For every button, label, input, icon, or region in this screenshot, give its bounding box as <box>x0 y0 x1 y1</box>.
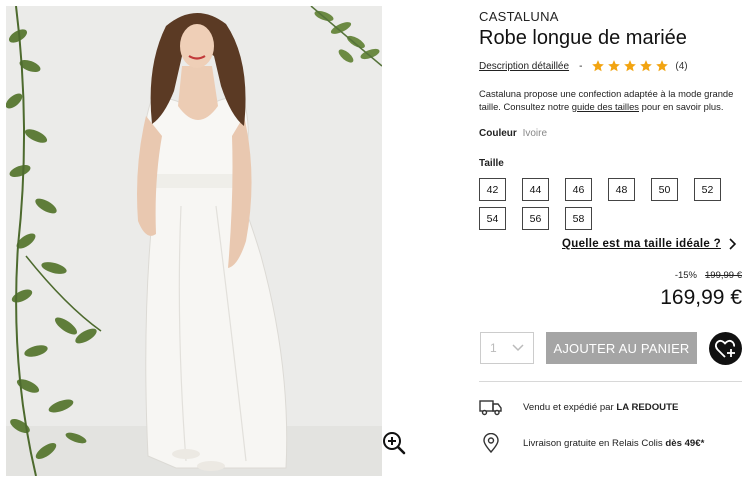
product-image[interactable] <box>6 6 382 476</box>
truck-icon <box>479 400 502 416</box>
size-label: Taille <box>479 158 504 169</box>
review-count[interactable]: (4) <box>675 61 687 72</box>
color-label: Couleur <box>479 128 517 139</box>
chevron-right-icon <box>729 238 737 250</box>
delivery-info: Livraison gratuite en Relais Colis dès 4… <box>479 433 704 453</box>
wishlist-button[interactable] <box>709 332 742 365</box>
zoom-in-icon[interactable] <box>381 430 407 456</box>
size-option-52[interactable]: 52 <box>694 178 721 201</box>
seller-info: Vendu et expédié par LA REDOUTE <box>479 397 678 417</box>
location-pin-icon <box>483 433 499 453</box>
size-option-46[interactable]: 46 <box>565 178 592 201</box>
blurb-text-end: pour en savoir plus. <box>639 100 724 112</box>
seller-name: LA REDOUTE <box>616 401 679 413</box>
color-row: Couleur Ivoire <box>479 128 547 139</box>
product-photo-illustration <box>6 6 382 476</box>
quantity-select[interactable]: 1 <box>480 332 534 364</box>
chevron-down-icon <box>512 344 524 352</box>
divider <box>479 381 742 382</box>
old-price: 199,99 € <box>705 270 742 281</box>
rating-stars[interactable] <box>591 59 669 73</box>
rating-row: Description détaillée - (4) <box>479 59 688 73</box>
add-to-cart-button[interactable]: AJOUTER AU PANIER <box>546 332 697 364</box>
size-option-50[interactable]: 50 <box>651 178 678 201</box>
discount-badge: -15% <box>674 270 698 281</box>
delivery-prefix: Livraison gratuite en Relais Colis <box>523 437 666 449</box>
size-option-56[interactable]: 56 <box>522 207 549 230</box>
product-title: Robe longue de mariée <box>479 27 687 49</box>
star-icon <box>656 60 669 72</box>
star-icon <box>592 60 605 72</box>
size-guide-label: Quelle est ma taille idéale ? <box>562 238 721 250</box>
current-price: 169,99 € <box>660 286 742 309</box>
color-value: Ivoire <box>522 128 548 139</box>
heart-plus-icon <box>715 339 736 358</box>
quantity-value: 1 <box>490 341 497 355</box>
description-link[interactable]: Description détaillée <box>479 61 569 72</box>
product-blurb: Castaluna propose une confection adaptée… <box>479 88 741 113</box>
brand-name[interactable]: CASTALUNA <box>479 9 559 24</box>
size-guide-inline-link[interactable]: guide des tailles <box>572 101 639 112</box>
size-option-48[interactable]: 48 <box>608 178 635 201</box>
star-icon <box>608 60 621 72</box>
size-option-42[interactable]: 42 <box>479 178 506 201</box>
size-guide-link[interactable]: Quelle est ma taille idéale ? <box>562 238 737 250</box>
size-option-54[interactable]: 54 <box>479 207 506 230</box>
seller-prefix: Vendu et expédié par <box>523 401 617 413</box>
discount-row: -15% 199,99 € <box>675 270 742 281</box>
star-icon <box>640 60 653 72</box>
star-icon <box>624 60 637 72</box>
separator: - <box>579 60 583 72</box>
size-option-44[interactable]: 44 <box>522 178 549 201</box>
size-option-58[interactable]: 58 <box>565 207 592 230</box>
delivery-threshold: dès 49€* <box>665 437 705 449</box>
